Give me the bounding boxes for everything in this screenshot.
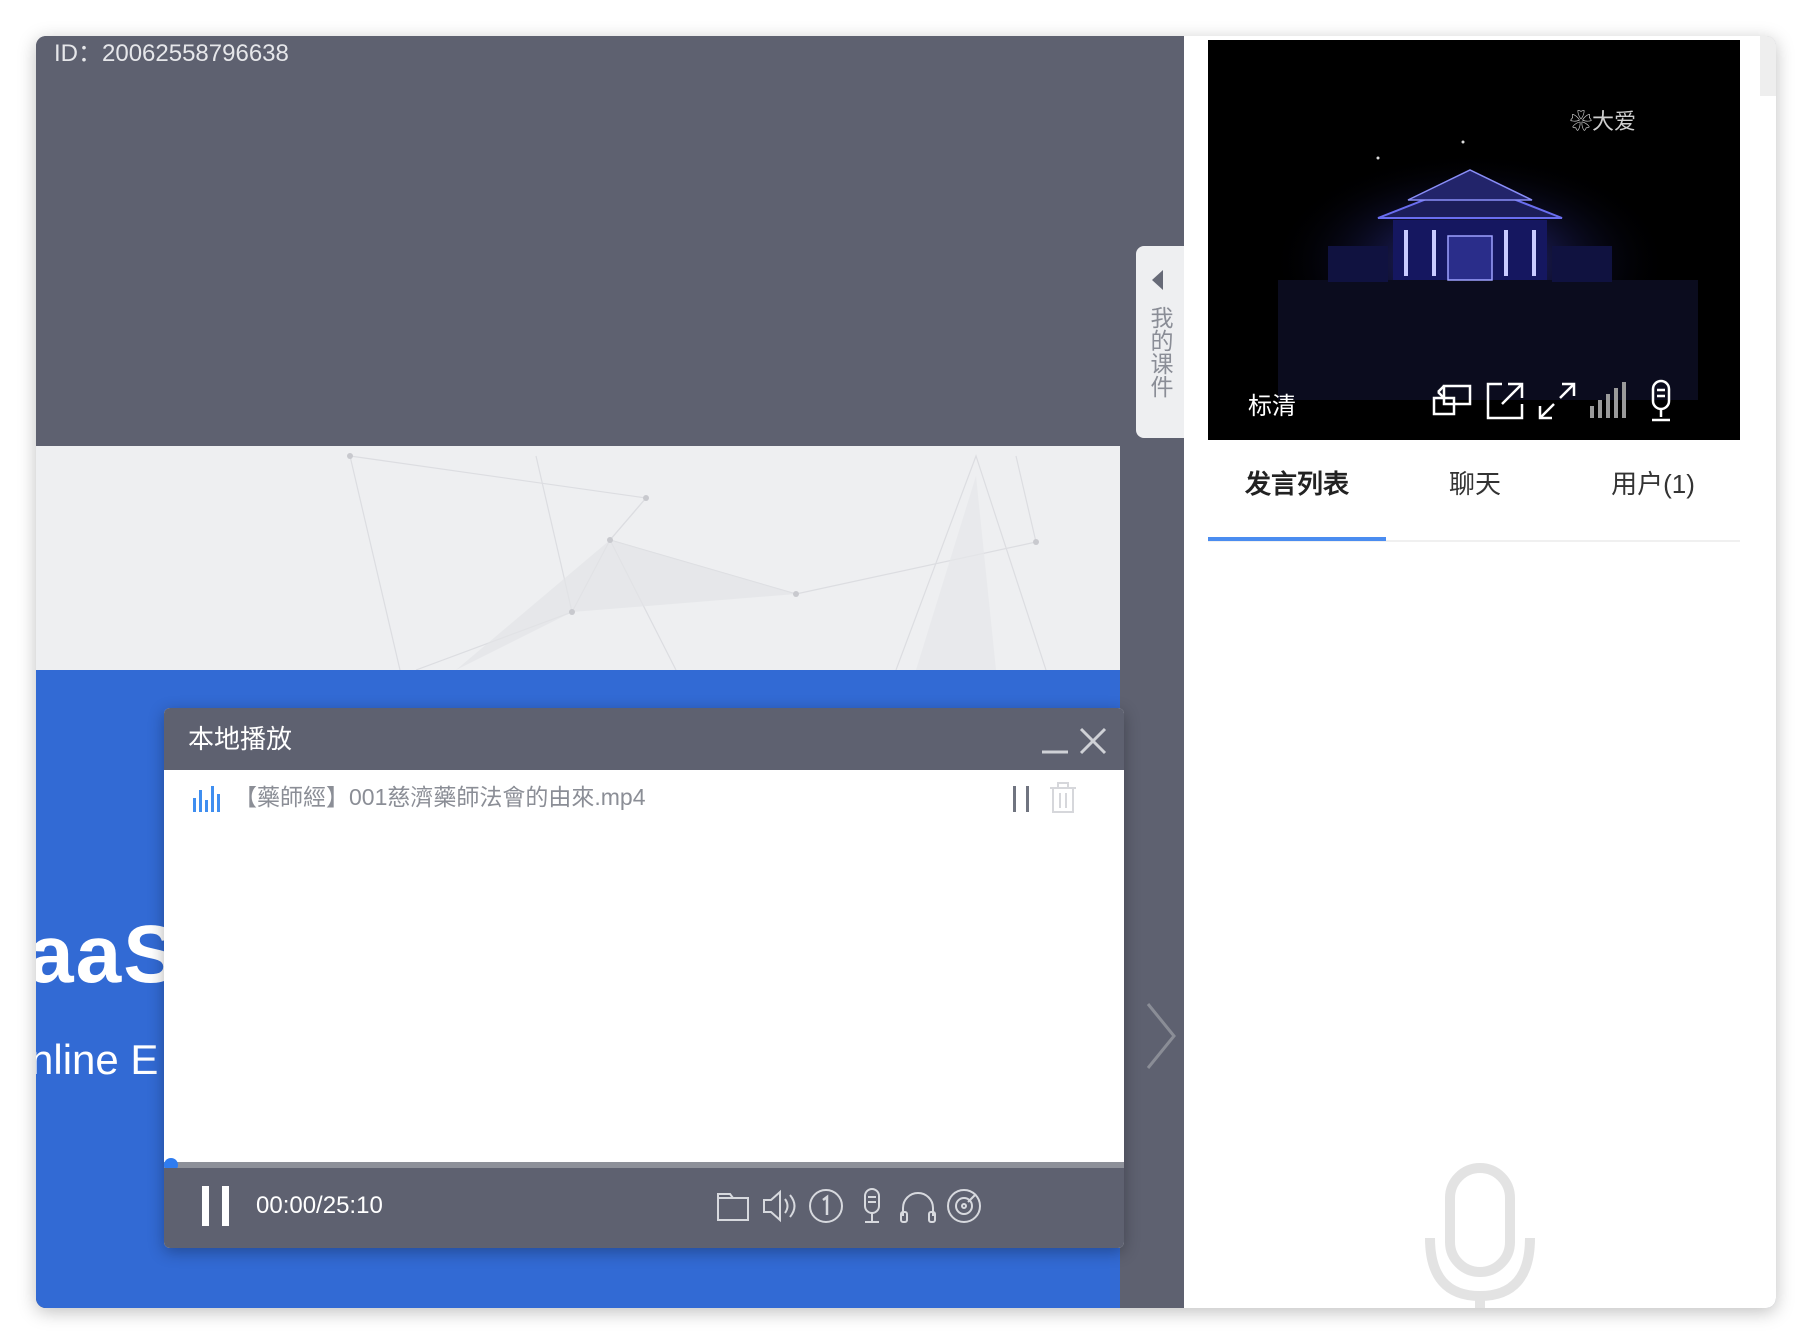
courseware-tab-label: 我的课件	[1147, 306, 1173, 398]
fullscreen-icon[interactable]	[1534, 378, 1580, 424]
app-window: ID：20062558796638 aaS nline E 本地播放 【藥師經】…	[36, 36, 1776, 1308]
tab-speaker-list[interactable]: 发言列表	[1208, 462, 1386, 506]
next-page-arrow-icon[interactable]	[1132, 996, 1180, 1076]
playlist-item[interactable]: 【藥師經】001慈濟藥師法會的由來.mp4	[164, 770, 1124, 824]
video-window[interactable]: ❀大爱 标清	[1208, 40, 1740, 440]
room-id-label: ID：20062558796638	[54, 40, 289, 67]
mic-icon[interactable]	[1638, 378, 1684, 424]
collapse-arrow-icon	[1152, 270, 1163, 290]
mic-icon[interactable]	[852, 1186, 892, 1226]
scrollbar[interactable]	[1760, 36, 1776, 96]
tab-chat[interactable]: 聊天	[1386, 462, 1564, 506]
playback-time: 00:00/25:10	[256, 1192, 383, 1219]
whiteboard-stage: ID：20062558796638 aaS nline E 本地播放 【藥師經】…	[36, 36, 1184, 1308]
minimize-icon[interactable]	[1040, 726, 1070, 756]
record-disc-icon[interactable]	[944, 1186, 984, 1226]
playing-equalizer-icon	[192, 784, 224, 812]
track-filename: 【藥師經】001慈濟藥師法會的由來.mp4	[234, 784, 646, 810]
local-playback-window: 本地播放 【藥師經】001慈濟藥師法會的由來.mp4 00:00/25:10	[164, 708, 1124, 1248]
slide-subtitle-text: nline E	[36, 1036, 159, 1083]
switch-layout-icon[interactable]	[1430, 378, 1476, 424]
slide-network-pattern	[347, 453, 1047, 670]
headphones-icon[interactable]	[898, 1186, 938, 1226]
pause-icon[interactable]	[198, 1184, 234, 1228]
active-tab-indicator	[1208, 537, 1386, 541]
player-header[interactable]: 本地播放	[164, 708, 1124, 770]
speed-1x-icon[interactable]	[806, 1186, 846, 1226]
delete-trash-icon[interactable]	[1048, 782, 1078, 814]
my-courseware-tab[interactable]: 我的课件	[1136, 246, 1184, 438]
volume-icon[interactable]	[760, 1186, 800, 1226]
signal-icon	[1586, 378, 1632, 424]
panel-tabs: 发言列表 聊天 用户(1)	[1208, 440, 1740, 542]
tab-users[interactable]: 用户(1)	[1564, 462, 1742, 506]
slide-header-area	[36, 446, 1120, 670]
close-icon[interactable]	[1076, 724, 1110, 758]
empty-state-mic-icon	[1424, 1162, 1536, 1308]
quality-toggle[interactable]: 标清	[1248, 392, 1296, 422]
track-pause-icon[interactable]	[1010, 784, 1034, 814]
player-title: 本地播放	[188, 724, 293, 754]
channel-logo: ❀大爱	[1570, 110, 1637, 135]
player-controls: 00:00/25:10	[164, 1168, 1124, 1248]
right-panel: ❀大爱 标清 发言列表 聊天 用户(1)	[1184, 36, 1776, 1308]
slide-title-text: aaS	[36, 909, 180, 1000]
popout-icon[interactable]	[1482, 378, 1528, 424]
folder-icon[interactable]	[714, 1186, 754, 1226]
